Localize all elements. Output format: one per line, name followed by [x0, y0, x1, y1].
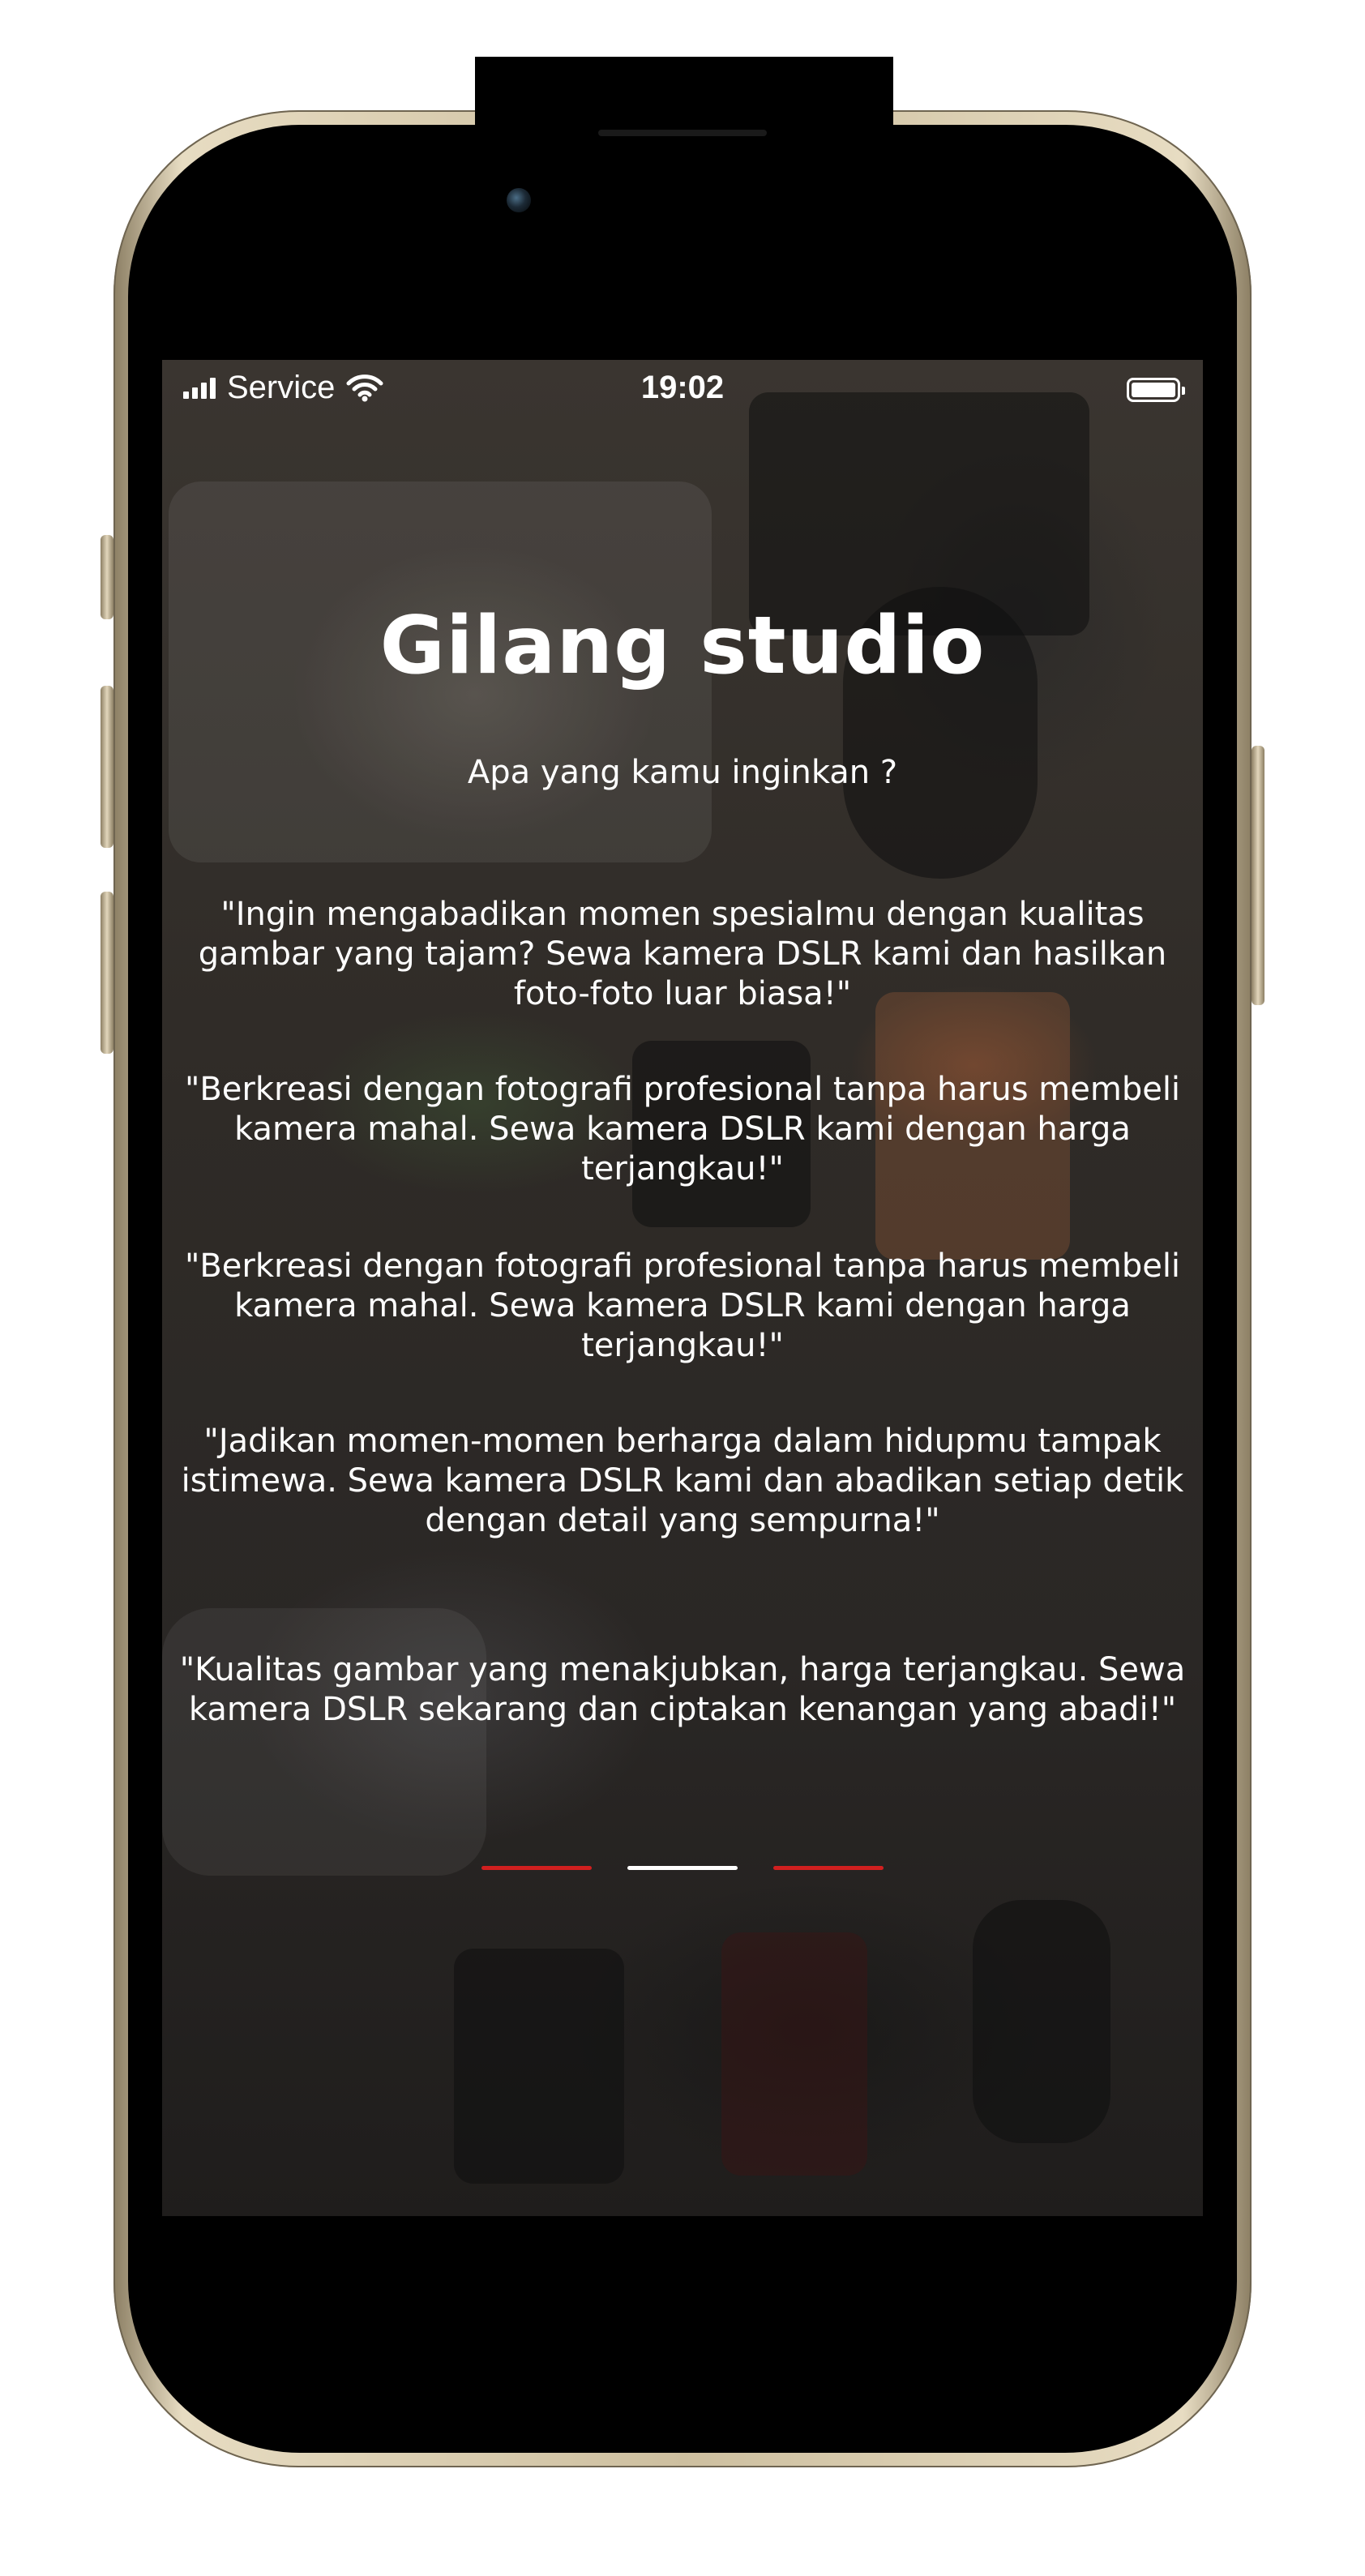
- mute-switch: [101, 535, 113, 619]
- earpiece-speaker: [598, 130, 767, 136]
- promo-quote: "Berkreasi dengan fotografi profesional …: [184, 1071, 1181, 1187]
- status-time: 19:02: [640, 370, 725, 405]
- page-indicator-dot[interactable]: [627, 1866, 738, 1870]
- page-title: Gilang studio: [379, 600, 986, 692]
- page-indicator-dot[interactable]: [481, 1866, 592, 1870]
- promo-quote: "Berkreasi dengan fotografi profesional …: [184, 1247, 1181, 1364]
- volume-up-button: [101, 686, 113, 848]
- front-notch: [475, 57, 893, 258]
- front-camera-icon: [507, 188, 531, 212]
- volume-down-button: [101, 892, 113, 1054]
- promo-quote: "Kualitas gambar yang menakjubkan, harga…: [179, 1651, 1186, 1728]
- promo-quote: "Ingin mengabadikan momen spesialmu deng…: [198, 896, 1167, 1012]
- battery-icon: [1127, 378, 1185, 402]
- background-photo-battery-grip: [721, 1932, 867, 2176]
- promo-quote: "Jadikan momen-momen berharga dalam hidu…: [181, 1423, 1184, 1539]
- page-subtitle: Apa yang kamu inginkan ?: [467, 754, 898, 791]
- app-screen: Service 19:02 Gilang studio Apa yang kam…: [162, 360, 1203, 2216]
- status-bar: Service 19:02: [162, 360, 1203, 421]
- background-photo-compact-camera: [454, 1949, 624, 2184]
- page-indicator-dot[interactable]: [773, 1866, 884, 1870]
- background-photo-battery: [973, 1900, 1110, 2143]
- page-indicator: [162, 1866, 1203, 1870]
- background-photo-zoom-lens: [162, 1608, 486, 1876]
- power-button: [1252, 746, 1264, 1005]
